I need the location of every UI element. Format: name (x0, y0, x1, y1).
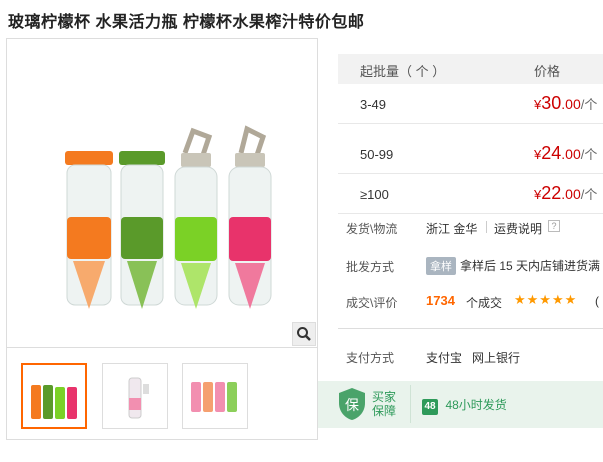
magnifier-icon (297, 327, 311, 341)
thumbnail-strip (7, 349, 317, 439)
wholesale-value: 拿样 拿样后 15 天内店铺进货满 (426, 257, 600, 275)
divider (410, 385, 411, 423)
bottles-image (65, 125, 272, 309)
zoom-button[interactable] (292, 322, 316, 346)
price-header: 价格 (534, 64, 561, 79)
thumbnail-image (128, 377, 149, 419)
shipping-fee-link[interactable]: 运费说明 (494, 220, 542, 237)
price-row-price: ¥30.00/个 (534, 93, 598, 113)
48h-badge-icon: 48 (422, 399, 438, 415)
price-row: ≥100 ¥22.00/个 (338, 174, 603, 214)
shipping-label: 发货\物流 (346, 222, 398, 236)
deal-count[interactable]: 1734 (426, 293, 455, 308)
price-table-header: 起批量（ 个 ） 价格 (338, 54, 603, 84)
divider (486, 221, 487, 233)
thumbnail-3[interactable] (182, 363, 248, 429)
thumbnail-1[interactable] (21, 363, 87, 429)
product-title: 玻璃柠檬杯 水果活力瓶 柠檬杯水果榨汁特价包邮 (8, 14, 365, 31)
price-row: 50-99 ¥24.00/个 (338, 134, 603, 174)
price-row-price: ¥24.00/个 (534, 143, 598, 163)
payment-alipay: 支付宝 (426, 351, 463, 365)
buyer-guarantee-bar: 保 买家 保障 48 48小时发货 (318, 381, 603, 428)
wholesale-text: 拿样后 15 天内店铺进货满 (460, 259, 601, 273)
help-icon[interactable]: ? (548, 220, 560, 232)
price-row-qty: 50-99 (360, 147, 394, 162)
svg-text:保: 保 (345, 398, 359, 414)
price-row-qty: 3-49 (360, 97, 387, 112)
payment-netbank: 网上银行 (472, 351, 521, 365)
shield-icon: 保 (339, 388, 365, 420)
rating-count[interactable]: ( (595, 294, 599, 308)
thumbnail-image (191, 382, 237, 412)
price-row-price: ¥22.00/个 (534, 183, 598, 203)
deal-label: 成交\评价 (346, 296, 398, 310)
thumbnail-image (31, 385, 77, 419)
price-table: 起批量（ 个 ） 价格 3-49 ¥30.00/个 50-99 ¥24.00/个… (338, 54, 603, 234)
price-row-qty: ≥100 (360, 187, 389, 202)
sample-badge: 拿样 (426, 257, 456, 275)
guarantee-label: 买家 保障 (372, 390, 397, 418)
payment-label: 支付方式 (346, 351, 395, 365)
thumbnail-2[interactable] (102, 363, 168, 429)
guarantee-text: 48小时发货 (445, 398, 507, 412)
qty-header: 起批量（ 个 ） (360, 64, 446, 79)
guarantee-item[interactable]: 48 48小时发货 (422, 396, 507, 415)
deal-count-suffix: 个成交 (466, 296, 503, 310)
main-product-image[interactable] (7, 39, 317, 348)
divider (338, 328, 603, 329)
image-gallery (6, 38, 318, 440)
price-row: 3-49 ¥30.00/个 (338, 84, 603, 124)
shipping-location: 浙江 金华 (426, 222, 478, 236)
rating-stars[interactable]: ★★★★★ (514, 292, 577, 308)
wholesale-label: 批发方式 (346, 260, 395, 274)
